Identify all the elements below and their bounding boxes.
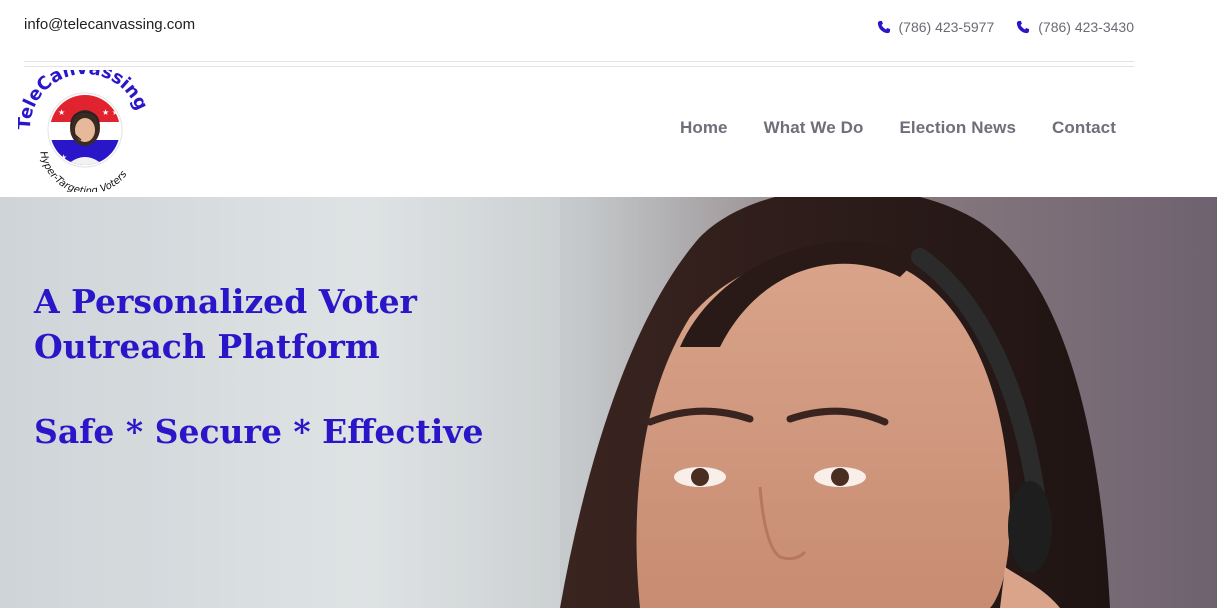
hero-banner: A Personalized Voter Outreach Platform S… — [0, 197, 1217, 608]
top-bar: info@telecanvassing.com (786) 423-5977 (… — [0, 0, 1217, 67]
hero-tagline: Safe * Secure * Effective — [34, 412, 484, 451]
phone-icon — [1016, 20, 1030, 34]
nav-contact[interactable]: Contact — [1052, 118, 1116, 138]
hero-text: A Personalized Voter Outreach Platform S… — [34, 279, 483, 451]
nav-home[interactable]: Home — [680, 118, 728, 138]
main-nav: Home What We Do Election News Contact — [680, 118, 1116, 138]
phone-number: (786) 423-3430 — [1038, 19, 1134, 35]
phone-number: (786) 423-5977 — [898, 19, 995, 35]
divider — [24, 61, 1134, 62]
phone-link-2[interactable]: (786) 423-3430 — [1016, 19, 1134, 35]
nav-election-news[interactable]: Election News — [899, 118, 1016, 138]
phone-icon — [877, 20, 891, 34]
svg-text:★: ★ — [58, 108, 65, 117]
phone-link-1[interactable]: (786) 423-5977 — [877, 19, 995, 35]
phone-list: (786) 423-5977 (786) 423-3430 — [877, 19, 1134, 35]
divider — [24, 66, 1134, 67]
nav-what-we-do[interactable]: What We Do — [764, 118, 864, 138]
email-link[interactable]: info@telecanvassing.com — [24, 16, 195, 33]
hero-title: A Personalized Voter Outreach Platform — [34, 282, 417, 366]
site-logo[interactable]: ★ ★ ★ ★ TeleCanvassing Hyper-Targeting V… — [14, 58, 152, 197]
